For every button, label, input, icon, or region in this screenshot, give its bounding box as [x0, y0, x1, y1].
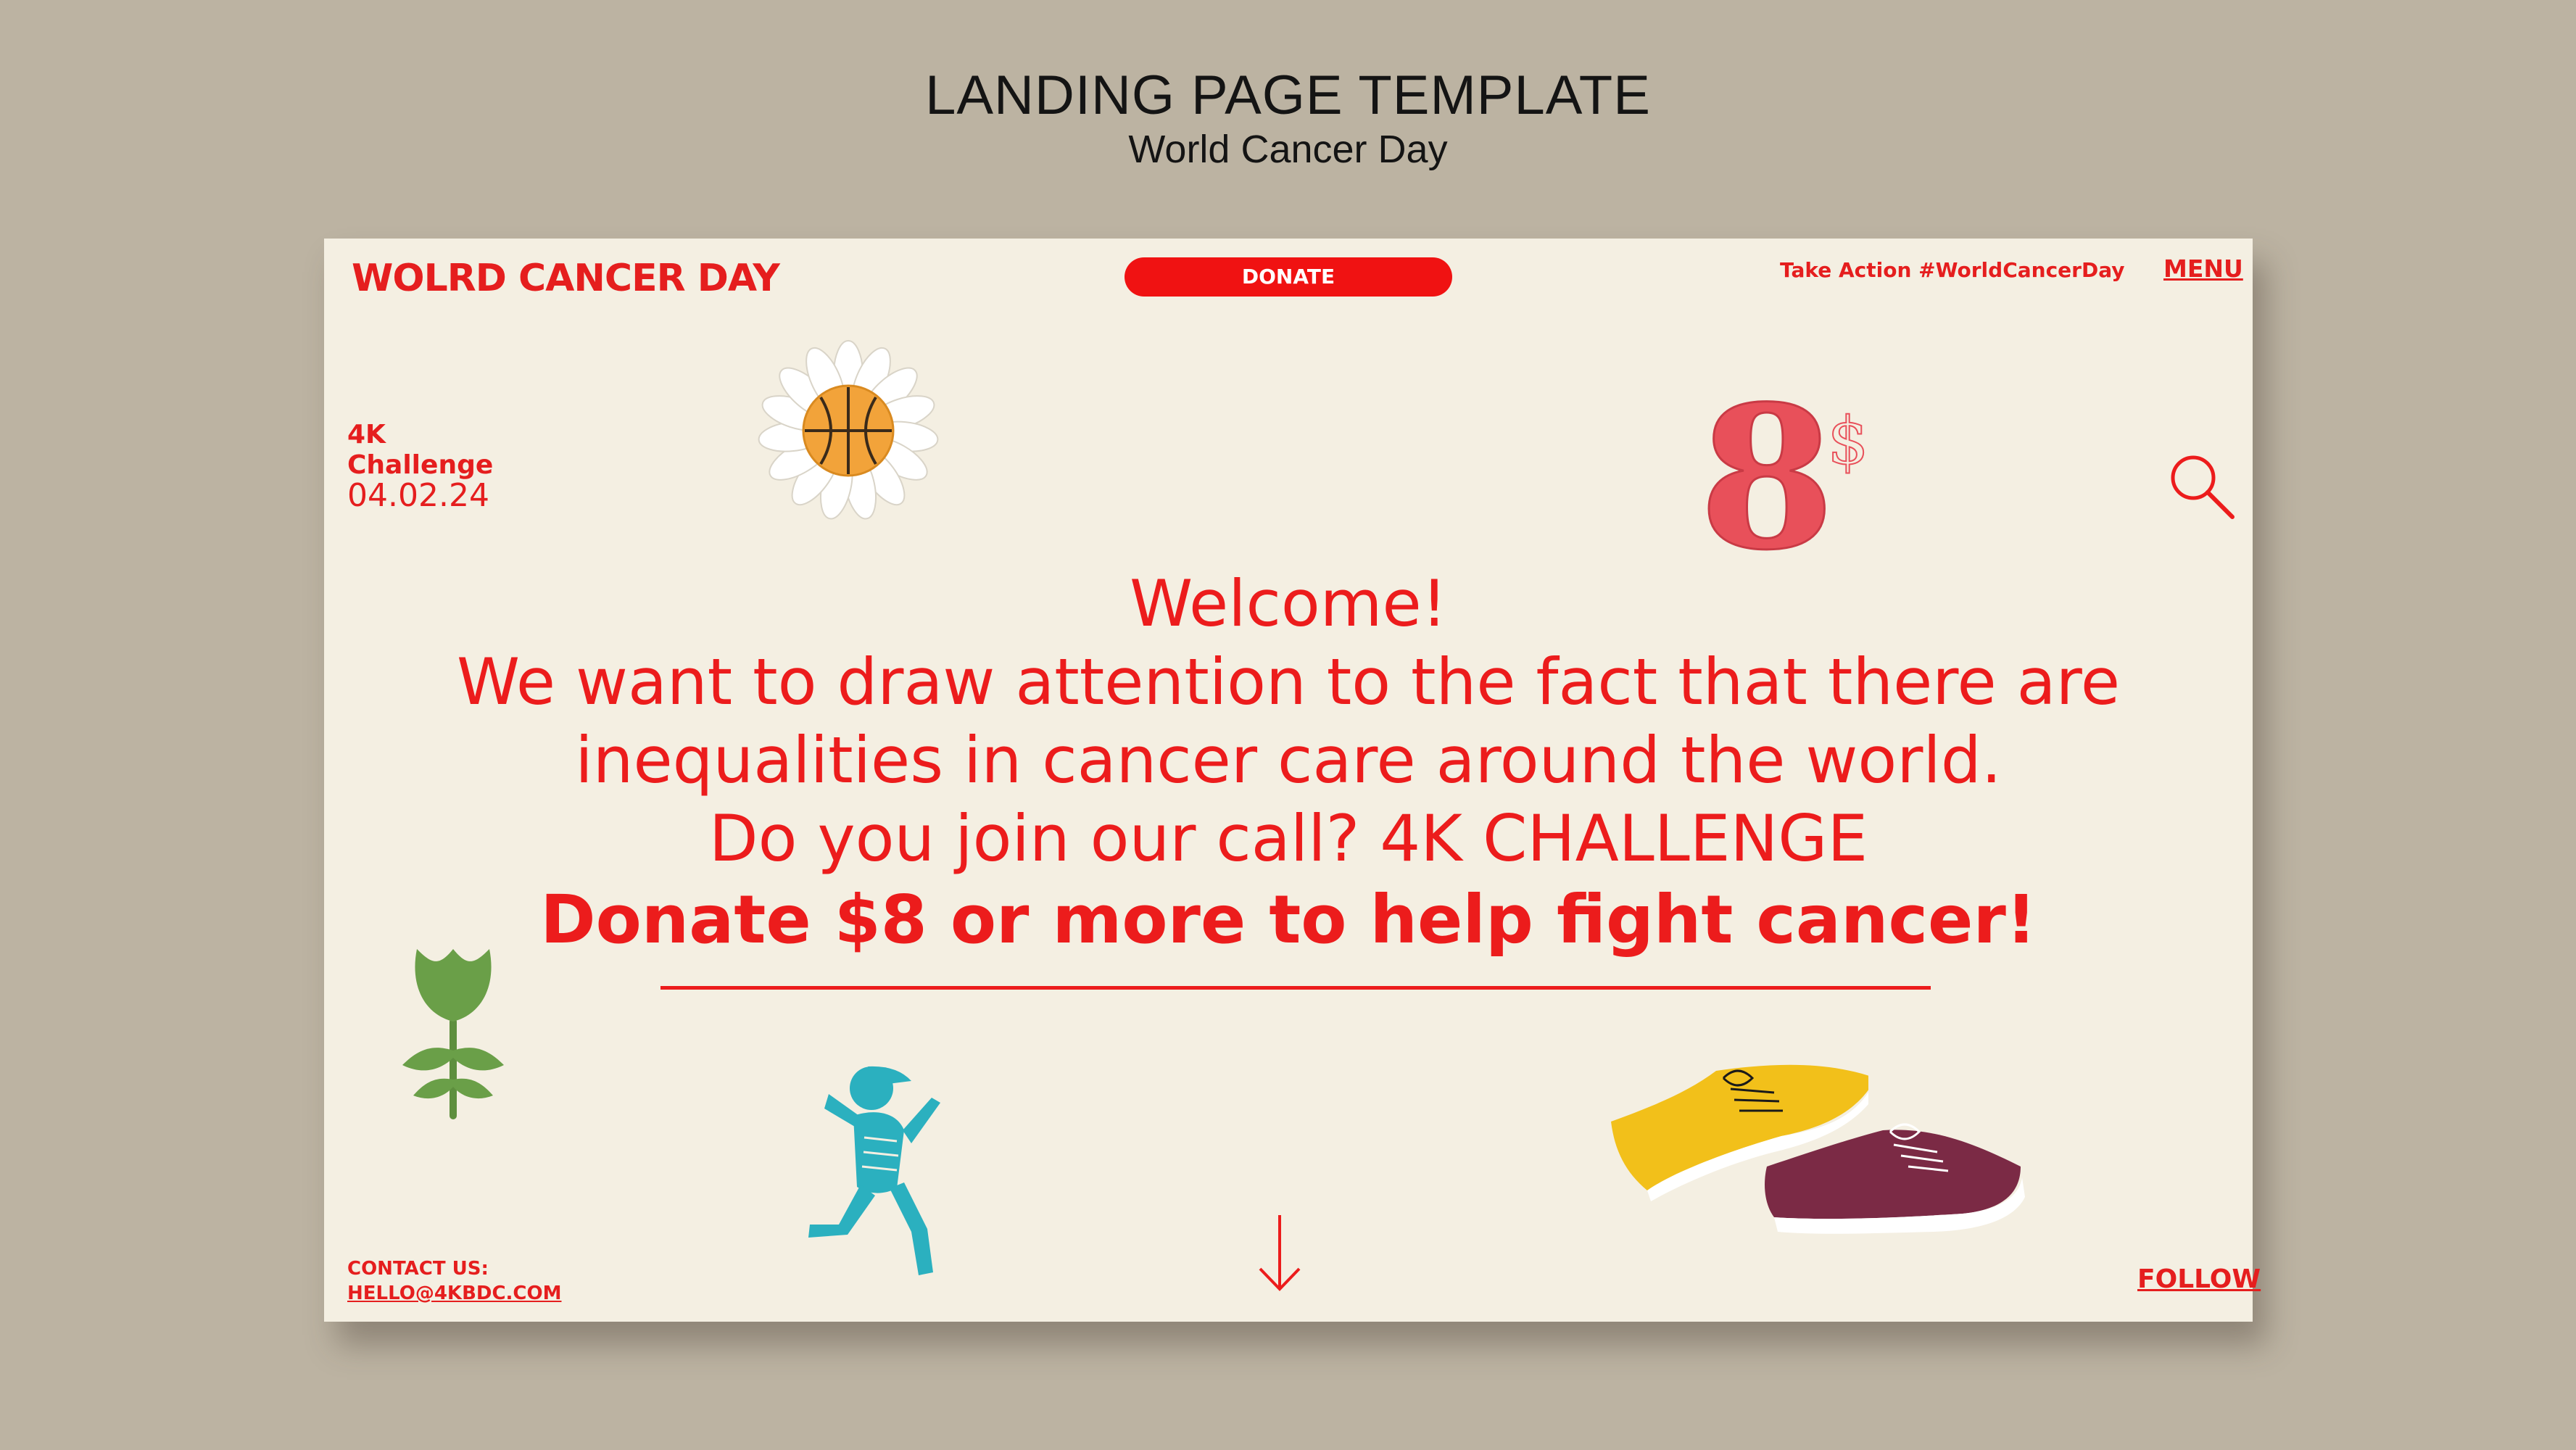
arrow-down-icon[interactable] [1257, 1214, 1302, 1293]
hero-line3: inequalities in cancer care around the w… [575, 723, 2002, 798]
donate-callout[interactable]: Donate $8 or more to help fight cancer! [324, 879, 2253, 961]
take-action-link[interactable]: Take Action #WorldCancerDay [1780, 258, 2125, 282]
contact-label: CONTACT US: [347, 1258, 489, 1280]
runner-figure-icon [808, 1066, 940, 1275]
challenge-info: 4K Challenge 04.02.24 [347, 420, 494, 514]
hero-text: Welcome! We want to draw attention to th… [324, 565, 2253, 961]
challenge-date: 04.02.24 [347, 477, 489, 514]
hero-line4: Do you join our call? 4K CHALLENGE [708, 801, 1868, 876]
contact-email-link[interactable]: HELLO@4KBDC.COM [347, 1281, 561, 1306]
daisy-basketball-icon [758, 340, 939, 520]
donate-button[interactable]: DONATE [1125, 257, 1452, 297]
leaf-plant-icon [402, 949, 504, 1119]
search-icon[interactable] [2166, 450, 2238, 523]
sneakers-icon [1765, 1123, 2025, 1234]
price-currency: $ [1827, 403, 1868, 479]
follow-link[interactable]: FOLLOW [2137, 1264, 2261, 1294]
hero-line2: We want to draw attention to the fact th… [457, 645, 2120, 719]
price-number: 8 [1699, 384, 1835, 572]
menu-button[interactable]: MENU [2163, 254, 2243, 283]
price-eight-sticker: 8 $ [1698, 384, 1868, 572]
hero-welcome: Welcome! [1130, 566, 1447, 641]
contact-info: CONTACT US: HELLO@4KBDC.COM [347, 1256, 561, 1306]
challenge-line1: 4K [347, 420, 386, 450]
challenge-line2: Challenge [347, 450, 494, 480]
hero-divider [660, 986, 1931, 990]
template-title: LANDING PAGE TEMPLATE [925, 65, 1651, 126]
brand-logo[interactable]: WOLRD CANCER DAY [352, 257, 780, 300]
landing-page: WOLRD CANCER DAY DONATE Take Action #Wor… [324, 239, 2261, 1322]
template-subtitle: World Cancer Day [1128, 128, 1448, 171]
